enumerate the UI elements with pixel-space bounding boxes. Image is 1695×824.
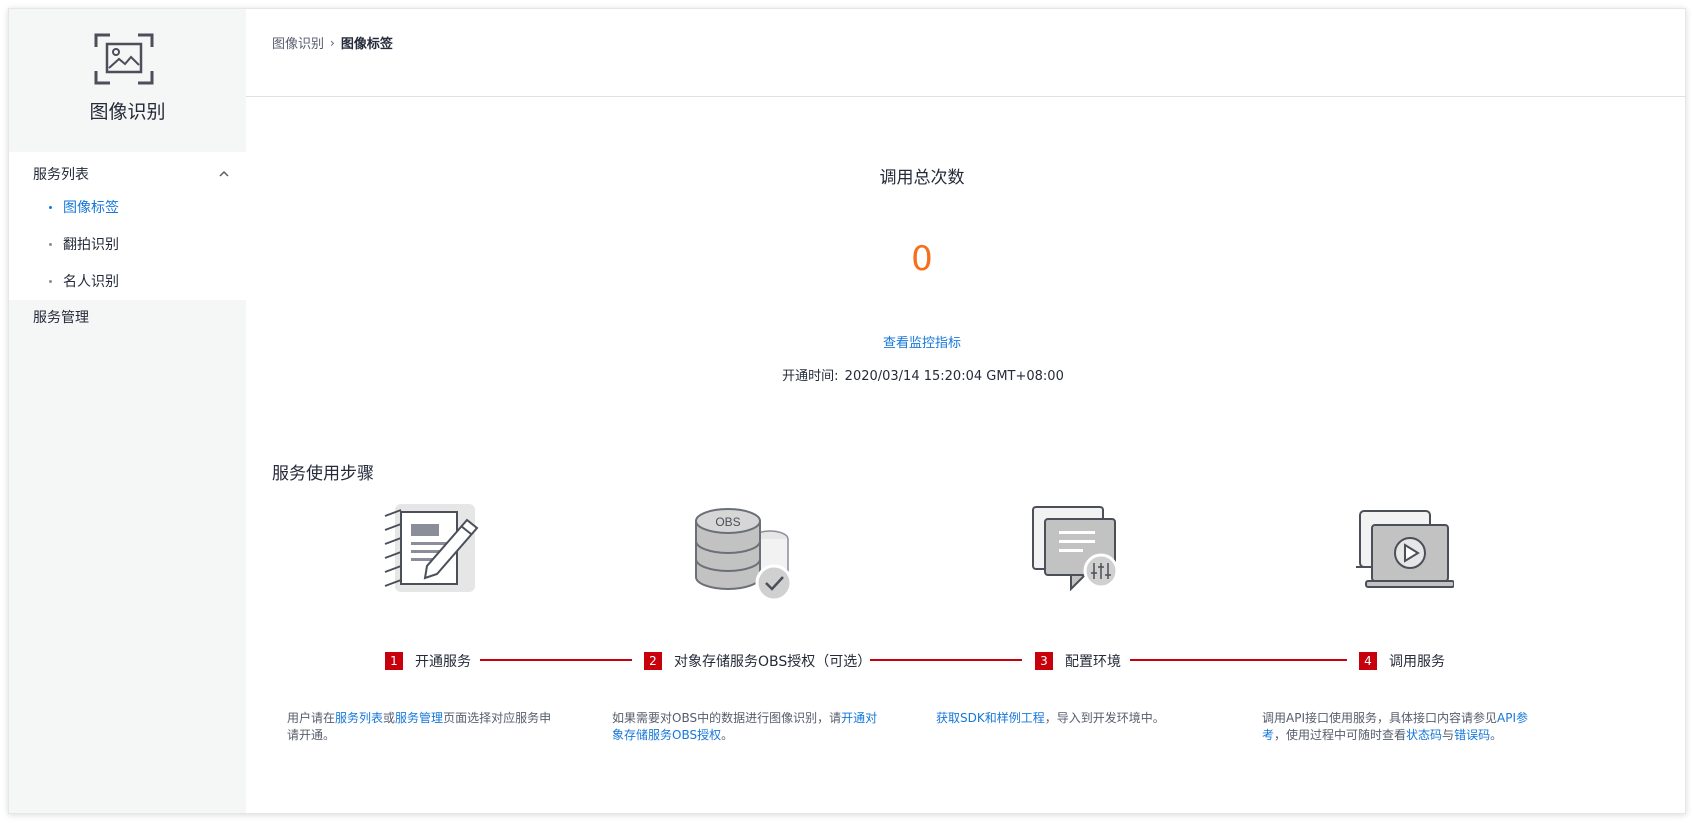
step-number: 2 (644, 652, 662, 670)
document-pencil-icon (384, 504, 479, 592)
bullet-dot (49, 242, 52, 246)
step-2-description: 如果需要对OBS中的数据进行图像识别，请开通对象存储服务OBS授权。 (612, 710, 887, 744)
step-label: 调用服务 (1389, 654, 1445, 670)
desc-text: ，使用过程中可随时查看 (1274, 728, 1407, 742)
chevron-up-icon (219, 170, 229, 177)
activation-time-label: 开通时间: (782, 369, 839, 384)
activation-time-value: 2020/03/14 15:20:04 GMT+08:00 (844, 369, 1064, 384)
breadcrumb-separator-icon: › (330, 35, 335, 50)
step-number: 3 (1035, 652, 1053, 670)
steps-title: 服务使用步骤 (272, 464, 374, 484)
desc-text: 或 (383, 711, 396, 725)
step-2: 2 对象存储服务OBS授权（可选） (644, 651, 871, 671)
total-calls-title: 调用总次数 (879, 168, 965, 188)
breadcrumb: 图像识别 › 图像标签 (272, 33, 393, 53)
sidebar-item-celebrity-recognition[interactable]: 名人识别 (49, 270, 119, 292)
main-content: 调用总次数 0 查看监控指标 开通时间: 2020/03/14 15:20:04… (246, 97, 1685, 813)
sidebar-item-label: 名人识别 (63, 274, 119, 290)
desc-text: 。 (1490, 728, 1503, 742)
step-label: 配置环境 (1065, 654, 1121, 670)
video-play-icon (1356, 510, 1454, 588)
service-list-group: 服务列表 图像标签 翻拍识别 名人识别 (9, 152, 246, 300)
step-number: 4 (1359, 652, 1377, 670)
step-4: 4 调用服务 (1359, 651, 1445, 671)
step-3: 3 配置环境 (1035, 651, 1121, 671)
bullet-dot (49, 279, 52, 283)
config-environment-icon (1032, 506, 1119, 592)
page-header: 图像识别 › 图像标签 (246, 9, 1685, 97)
sidebar-brand-title: 图像识别 (89, 101, 166, 123)
step-4-description: 调用API接口使用服务，具体接口内容请参见API参考，使用过程中可随时查看状态码… (1262, 710, 1537, 744)
step-label: 开通服务 (415, 654, 471, 670)
total-calls-value: 0 (911, 239, 933, 279)
step-1-description: 用户请在服务列表或服务管理页面选择对应服务申请开通。 (287, 710, 562, 744)
service-list-toggle[interactable]: 服务列表 (33, 163, 230, 185)
step-connector (870, 659, 1022, 661)
breadcrumb-parent-link[interactable]: 图像识别 (272, 33, 324, 52)
step-3-description: 获取SDK和样例工程，导入到开发环境中。 (936, 710, 1211, 727)
desc-text: 调用API接口使用服务，具体接口内容请参见 (1262, 711, 1497, 725)
desc-text: 与 (1442, 728, 1455, 742)
sidebar-item-service-management[interactable]: 服务管理 (33, 307, 89, 327)
step-label: 对象存储服务OBS授权（可选） (674, 654, 872, 670)
obs-database-icon: OBS (695, 508, 793, 601)
step-connector (480, 659, 632, 661)
sdk-samples-link[interactable]: 获取SDK和样例工程 (936, 711, 1045, 725)
breadcrumb-current: 图像标签 (340, 37, 393, 52)
desc-text: ，导入到开发环境中。 (1044, 711, 1165, 725)
status-code-link[interactable]: 状态码 (1406, 728, 1442, 742)
desc-text: 用户请在 (287, 711, 336, 725)
service-list-label: 服务列表 (33, 167, 89, 183)
error-code-link[interactable]: 错误码 (1454, 728, 1490, 742)
service-management-link[interactable]: 服务管理 (395, 711, 443, 725)
service-list-link[interactable]: 服务列表 (335, 711, 383, 725)
activation-time: 开通时间: 2020/03/14 15:20:04 GMT+08:00 (246, 365, 1598, 384)
image-recognition-icon (94, 33, 154, 85)
obs-label: OBS (715, 515, 740, 529)
sidebar-item-label: 图像标签 (63, 200, 119, 216)
sidebar: 图像识别 服务列表 图像标签 翻拍识别 名人识别 服务管理 (9, 9, 246, 813)
desc-text: 如果需要对OBS中的数据进行图像识别，请 (612, 711, 842, 725)
sidebar-item-image-tagging[interactable]: 图像标签 (49, 196, 119, 218)
sidebar-item-recapture-detection[interactable]: 翻拍识别 (49, 233, 119, 255)
app-window: 图像识别 服务列表 图像标签 翻拍识别 名人识别 服务管理 图像识别 › 图像标… (8, 8, 1686, 814)
step-connector (1130, 659, 1347, 661)
view-monitoring-link[interactable]: 查看监控指标 (246, 332, 1598, 351)
step-number: 1 (385, 652, 403, 670)
sidebar-brand: 图像识别 (9, 9, 246, 152)
step-1: 1 开通服务 (385, 651, 471, 671)
sidebar-item-label: 翻拍识别 (63, 237, 119, 253)
bullet-dot (49, 205, 52, 209)
desc-text: 。 (721, 728, 734, 742)
